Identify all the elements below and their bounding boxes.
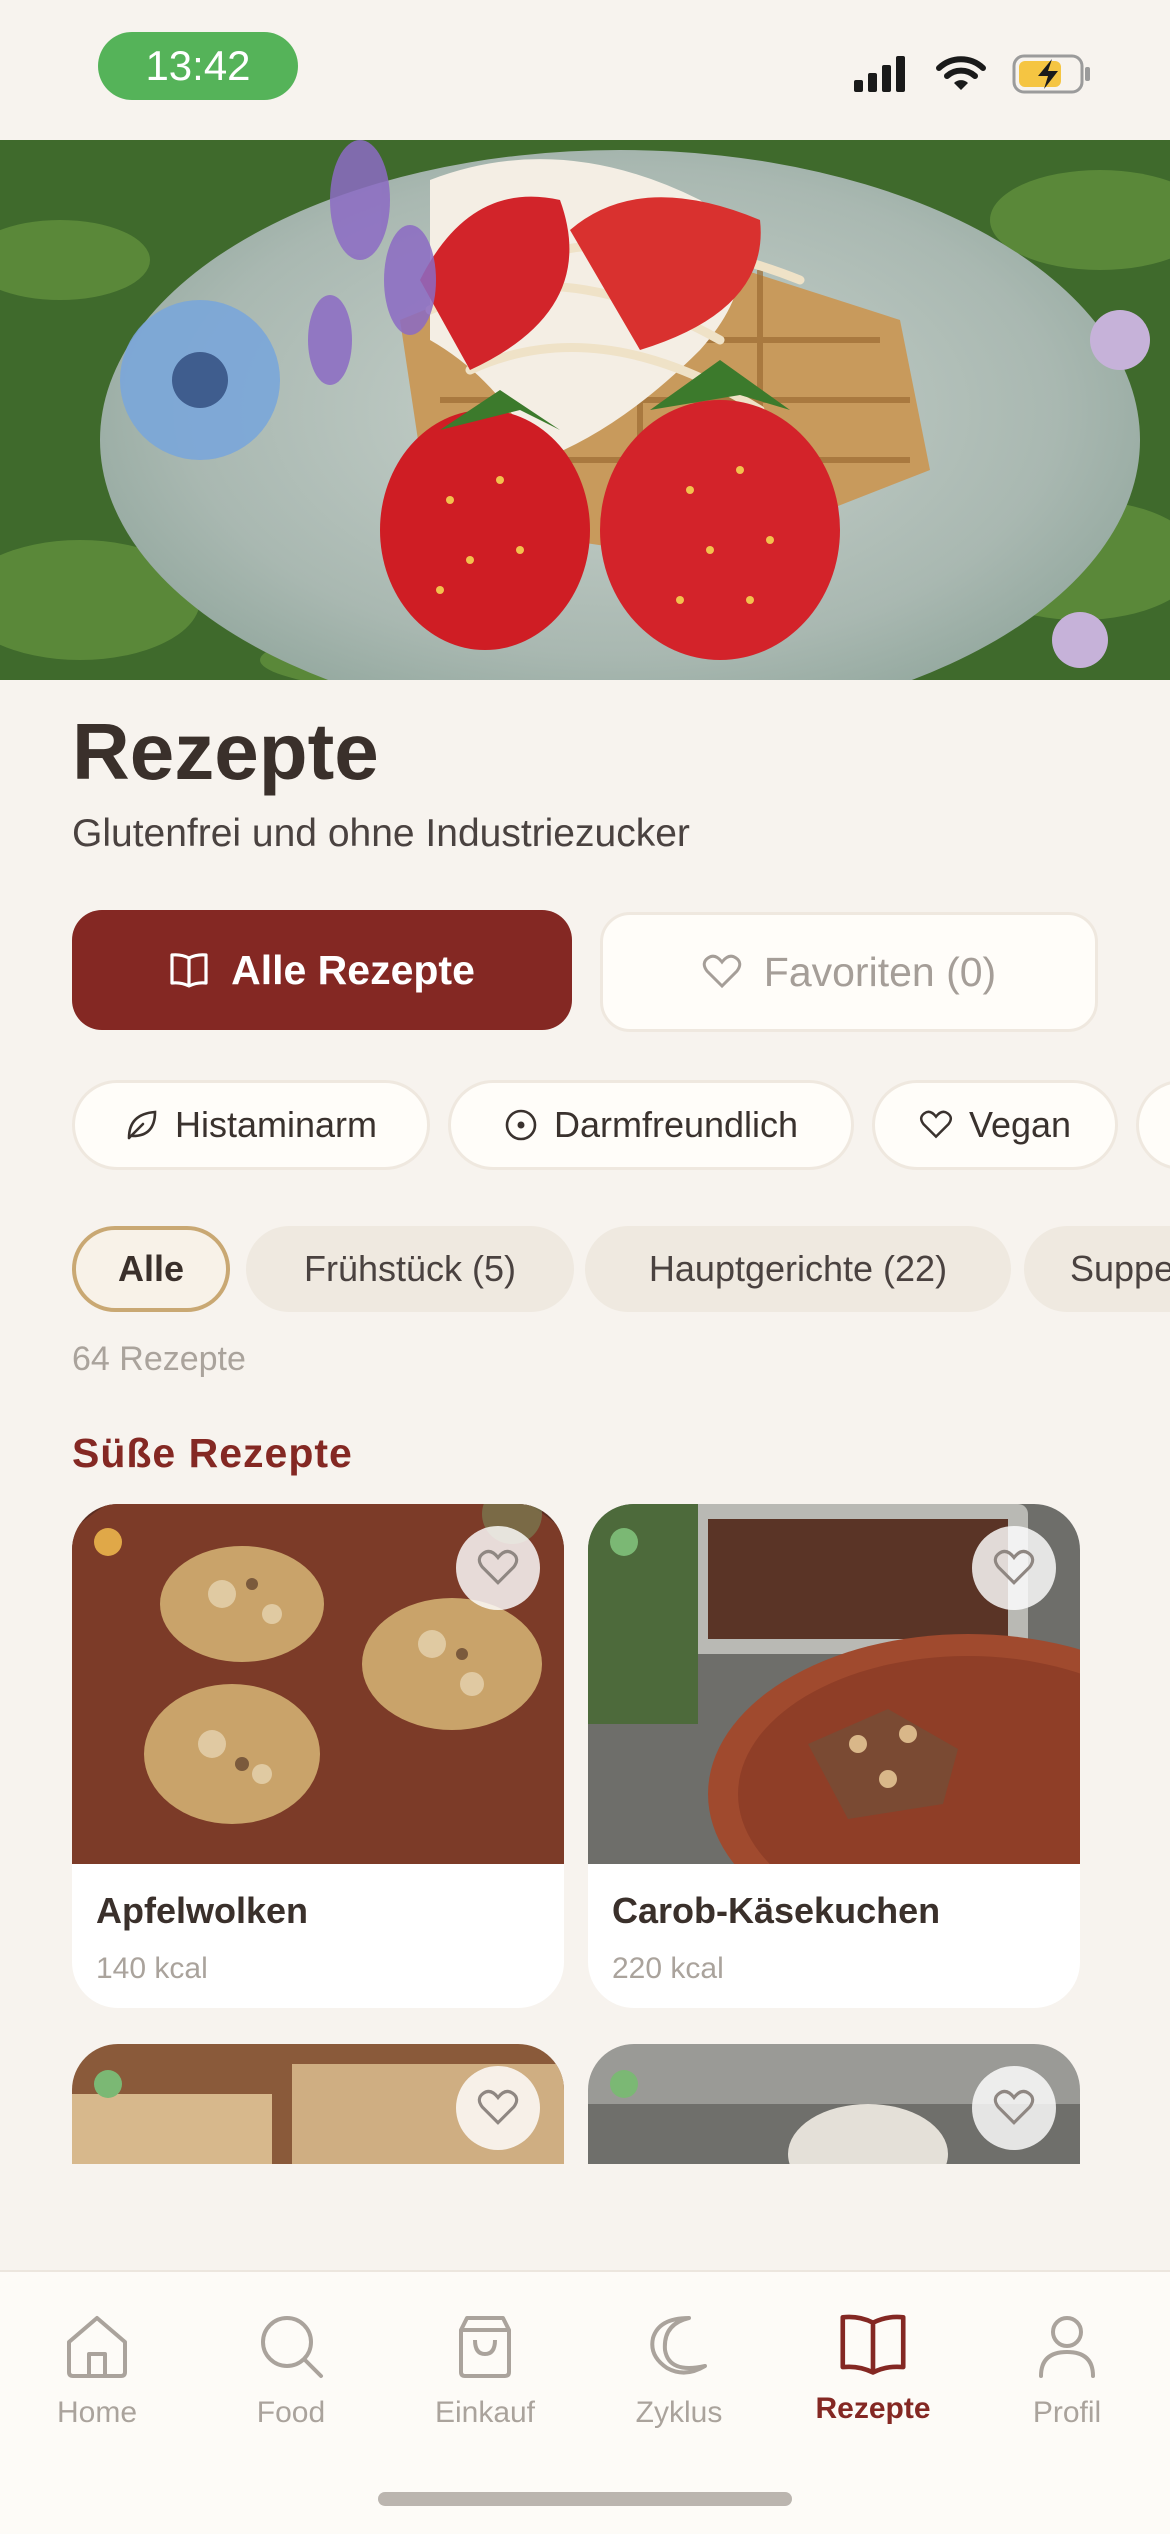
heart-icon — [477, 1549, 519, 1585]
recipe-card[interactable] — [588, 2044, 1080, 2164]
nav-einkauf[interactable]: Einkauf — [388, 2312, 582, 2430]
favorites-label: Favoriten (0) — [763, 948, 997, 995]
nav-rezepte[interactable]: Rezepte — [776, 2312, 970, 2426]
leaf-icon — [127, 1110, 157, 1140]
nav-zyklus[interactable]: Zyklus — [582, 2312, 776, 2430]
category-label: Suppe — [1070, 1248, 1170, 1289]
category-tab-fruehstueck[interactable]: Frühstück (5) — [246, 1226, 574, 1312]
nav-label: Profil — [1032, 2396, 1102, 2429]
recipe-name: Apfelwolken — [96, 1890, 309, 1931]
nav-label: Food — [256, 2396, 326, 2429]
wifi-icon — [936, 56, 986, 90]
book-icon — [840, 2314, 906, 2375]
circle-dot-icon — [505, 1109, 537, 1141]
home-icon — [67, 2316, 127, 2378]
nav-profil[interactable]: Profil — [970, 2312, 1164, 2430]
favorite-button[interactable] — [456, 2066, 540, 2150]
signal-icon — [854, 56, 905, 92]
status-dot — [610, 2070, 638, 2098]
page-title: Rezepte — [72, 707, 379, 796]
status-dot — [610, 1528, 638, 1556]
recipe-kcal: 220 kcal — [612, 1952, 724, 1985]
nav-label: Zyklus — [635, 2396, 723, 2429]
category-label: Frühstück (5) — [303, 1248, 517, 1289]
category-label: Alle — [117, 1248, 185, 1289]
favorite-button[interactable] — [972, 2066, 1056, 2150]
moon-icon — [650, 2316, 707, 2375]
heart-icon — [993, 2089, 1035, 2125]
favorites-button[interactable]: Favoriten (0) — [600, 912, 1098, 1032]
recipe-card[interactable]: Carob-Käsekuchen 220 kcal — [588, 1504, 1080, 2008]
diet-filter-row: Histaminarm Darmfreundlich Vegan — [72, 1080, 1170, 1176]
search-icon — [261, 2316, 323, 2378]
status-time: 13:42 — [98, 32, 298, 100]
status-bar: 13:42 — [0, 0, 1170, 140]
nav-label: Rezepte — [815, 2392, 931, 2425]
recipe-kcal: 140 kcal — [96, 1952, 208, 1985]
filter-chip-histaminarm[interactable]: Histaminarm — [72, 1080, 430, 1170]
filter-label: Histaminarm — [174, 1104, 378, 1145]
category-tab-alle[interactable]: Alle — [72, 1226, 230, 1312]
section-title: Süße Rezepte — [72, 1430, 353, 1476]
home-indicator[interactable] — [378, 2492, 792, 2506]
page-subtitle: Glutenfrei und ohne Industriezucker — [72, 812, 690, 855]
category-tabs: Alle Frühstück (5) Hauptgerichte (22) Su… — [72, 1226, 1170, 1316]
recipe-count: 64 Rezepte — [72, 1340, 246, 1378]
status-dot — [94, 2070, 122, 2098]
favorite-button[interactable] — [456, 1526, 540, 1610]
nav-home[interactable]: Home — [0, 2312, 194, 2430]
heart-icon — [477, 2089, 519, 2125]
recipe-card[interactable]: Apfelwolken 140 kcal — [72, 1504, 564, 2008]
filter-chip-more[interactable] — [1136, 1080, 1170, 1170]
filter-label: Vegan — [968, 1104, 1072, 1145]
favorite-button[interactable] — [972, 1526, 1056, 1610]
nav-label: Home — [56, 2396, 138, 2429]
user-icon — [1039, 2316, 1095, 2378]
recipe-name: Carob-Käsekuchen — [612, 1890, 941, 1931]
nav-label: Einkauf — [434, 2396, 536, 2429]
filter-chip-darmfreundlich[interactable]: Darmfreundlich — [448, 1080, 854, 1170]
book-icon — [170, 953, 208, 988]
category-label: Hauptgerichte (22) — [648, 1248, 948, 1289]
all-recipes-label: Alle Rezepte — [231, 946, 475, 993]
heart-icon — [919, 1110, 952, 1139]
nav-food[interactable]: Food — [194, 2312, 388, 2430]
recipe-card[interactable] — [72, 2044, 564, 2164]
heart-icon — [993, 1549, 1035, 1585]
status-dot — [94, 1528, 122, 1556]
shopping-bag-icon — [459, 2316, 511, 2378]
all-recipes-button[interactable]: Alle Rezepte — [72, 910, 572, 1030]
hero-image — [0, 140, 1170, 680]
filter-label: Darmfreundlich — [553, 1104, 799, 1145]
filter-chip-vegan[interactable]: Vegan — [872, 1080, 1118, 1170]
battery-charging-icon — [1012, 54, 1090, 94]
heart-icon — [702, 954, 742, 989]
status-icons — [854, 54, 1092, 94]
category-tab-suppe[interactable]: Suppe — [1024, 1226, 1170, 1312]
category-tab-hauptgerichte[interactable]: Hauptgerichte (22) — [585, 1226, 1011, 1312]
